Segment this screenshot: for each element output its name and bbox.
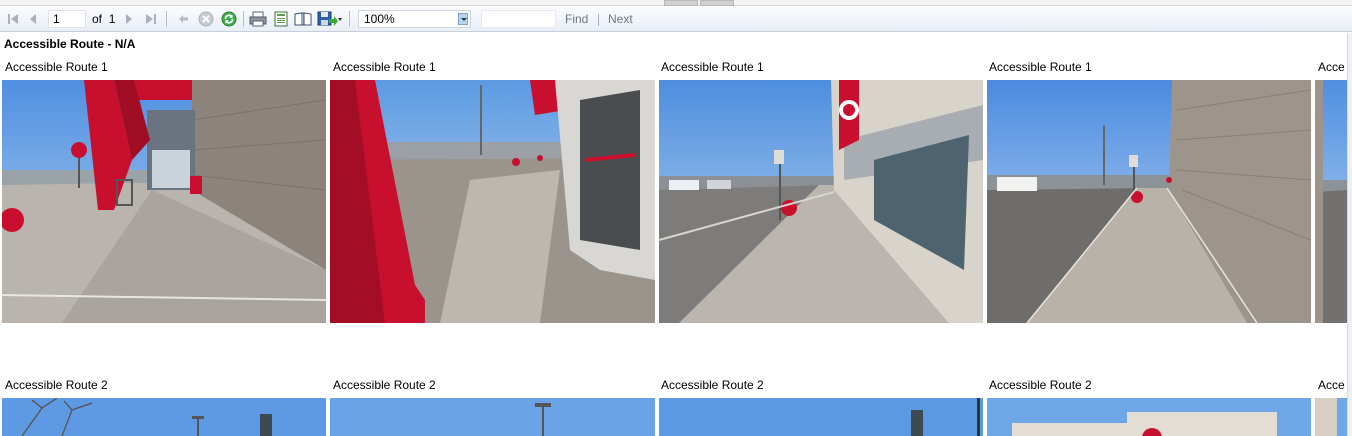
photo-caption: Accessible Route 1 xyxy=(5,60,108,74)
report-title: Accessible Route - N/A xyxy=(4,37,136,51)
page-of-label: of 1 xyxy=(92,10,115,28)
zoom-select[interactable]: 100% xyxy=(358,10,471,28)
total-pages-text: 1 xyxy=(108,12,116,26)
report-content: Accessible Route - N/A Accessible Route … xyxy=(0,33,1352,436)
zoom-value: 100% xyxy=(364,12,395,26)
photo-caption: Accessible Route 2 xyxy=(5,378,108,392)
photo-caption: Accessible Route 1 xyxy=(333,60,436,74)
photo xyxy=(330,80,655,323)
photo xyxy=(1315,80,1347,323)
find-link[interactable]: Find xyxy=(565,10,588,28)
next-link[interactable]: Next xyxy=(608,10,633,28)
refresh-icon[interactable] xyxy=(220,10,238,28)
photo-caption: Acce xyxy=(1318,60,1345,74)
toolbar-separator xyxy=(166,11,167,27)
export-dropdown[interactable] xyxy=(317,10,343,28)
chevron-down-icon[interactable] xyxy=(458,13,468,25)
back-to-parent-icon[interactable] xyxy=(174,10,192,28)
print-layout-icon[interactable] xyxy=(272,10,290,28)
photo-caption: Accessible Route 2 xyxy=(989,378,1092,392)
photo xyxy=(659,398,983,436)
of-text: of xyxy=(92,12,103,26)
photo xyxy=(330,398,655,436)
last-page-icon[interactable] xyxy=(142,10,160,28)
photo-caption: Accessible Route 2 xyxy=(661,378,764,392)
photo-caption: Accessible Route 1 xyxy=(661,60,764,74)
toolbar-separator xyxy=(243,11,244,27)
photo-caption: Acce xyxy=(1318,378,1345,392)
photo-caption: Accessible Route 2 xyxy=(333,378,436,392)
toolbar-separator xyxy=(598,14,599,26)
vertical-scrollbar[interactable] xyxy=(1347,33,1352,436)
photo xyxy=(2,398,326,436)
page-setup-icon[interactable] xyxy=(294,10,312,28)
report-viewer-toolbar: 1 of 1 100% Find Next xyxy=(0,6,1352,32)
find-input[interactable] xyxy=(481,10,556,28)
previous-page-icon[interactable] xyxy=(24,10,42,28)
photo xyxy=(987,80,1311,323)
photo xyxy=(659,80,983,323)
photo xyxy=(1315,398,1347,436)
next-page-icon[interactable] xyxy=(120,10,138,28)
toolbar-separator xyxy=(349,11,350,27)
photo xyxy=(987,398,1311,436)
photo-caption: Accessible Route 1 xyxy=(989,60,1092,74)
first-page-icon[interactable] xyxy=(4,10,22,28)
photo xyxy=(2,80,326,323)
stop-icon[interactable] xyxy=(197,10,215,28)
current-page-input[interactable]: 1 xyxy=(48,10,86,28)
print-icon[interactable] xyxy=(249,10,267,28)
